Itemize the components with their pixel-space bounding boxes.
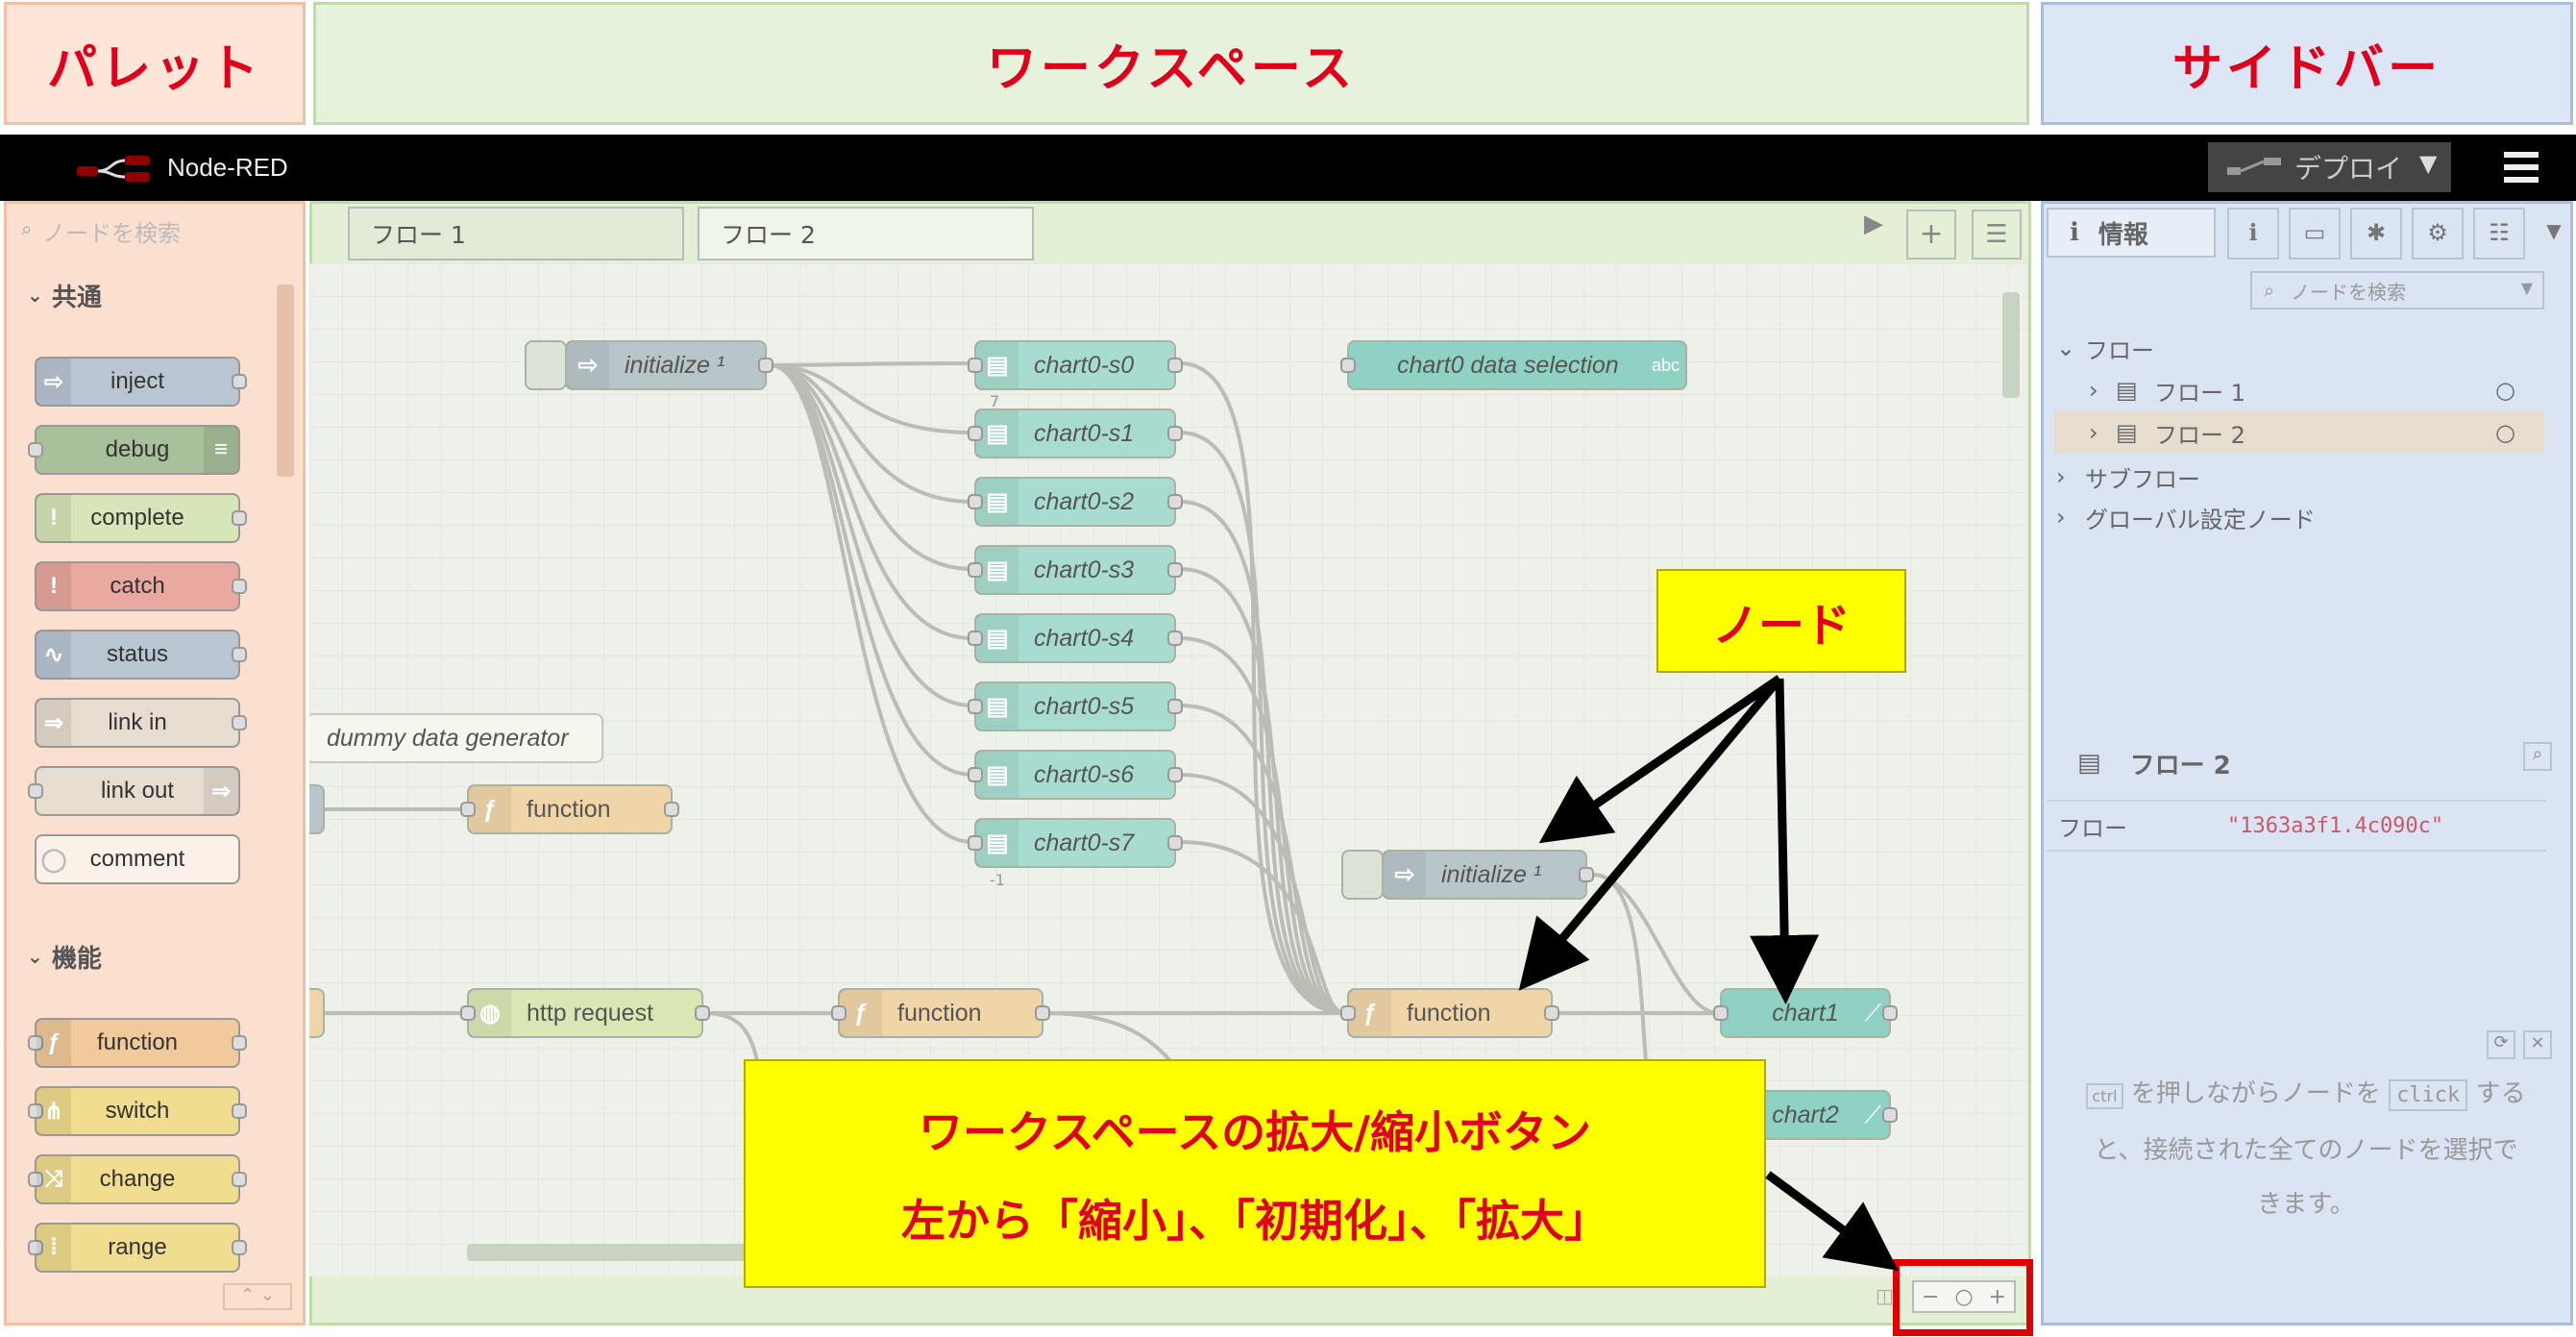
annotation-arrows (1518, 675, 1899, 1272)
